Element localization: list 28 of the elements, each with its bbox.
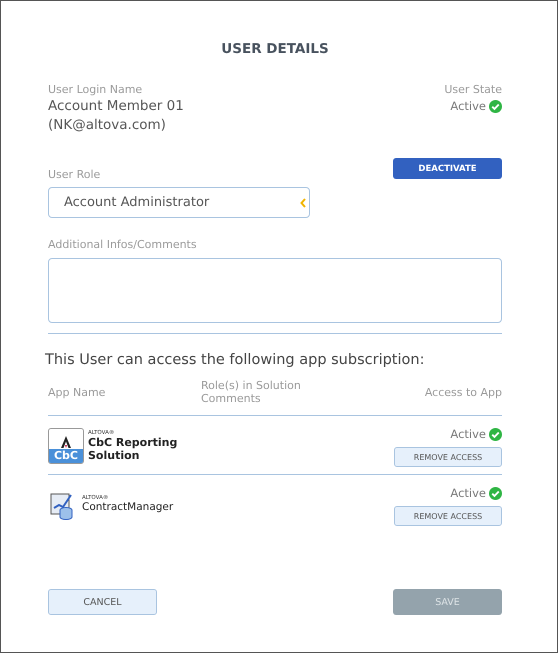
access-status: Active [450,486,486,500]
access-status: Active [450,427,486,441]
login-email: (NK@altova.com) [48,117,167,134]
field-label: User Role [48,168,100,181]
check-icon [489,428,502,440]
state-text: Active [450,99,486,113]
role-dropdown[interactable]: Account Administrator [48,187,310,218]
column-header: Role(s) in Solution Comments [201,379,302,405]
app-name: ContractManager [82,501,174,514]
field-label: User State [444,83,502,96]
remove-access-button[interactable]: REMOVE ACCESS [394,506,502,526]
column-header: Access to App [424,386,502,401]
caret-icon [300,198,306,208]
field-label: Additional Infos/Comments [48,238,198,251]
deactivate-button[interactable]: DEACTIVATE [393,158,502,179]
comments-field[interactable] [48,258,502,323]
letter-a-icon [59,434,73,448]
logo-badge: CbC [49,448,83,462]
remove-access-button[interactable]: REMOVE ACCESS [394,447,502,467]
login-name: Account Member 01 [48,98,184,115]
cancel-button[interactable]: CANCEL [48,589,157,615]
check-icon [489,486,502,500]
app-name: CbC Reporting Solution [88,436,178,462]
section-heading: This User can access the following app subscription: [45,352,426,368]
column-header: App Name [48,386,106,401]
check-icon [489,100,502,112]
field-label: User Login Name [48,83,144,96]
dialog-title: USER DETAILS [220,41,330,57]
